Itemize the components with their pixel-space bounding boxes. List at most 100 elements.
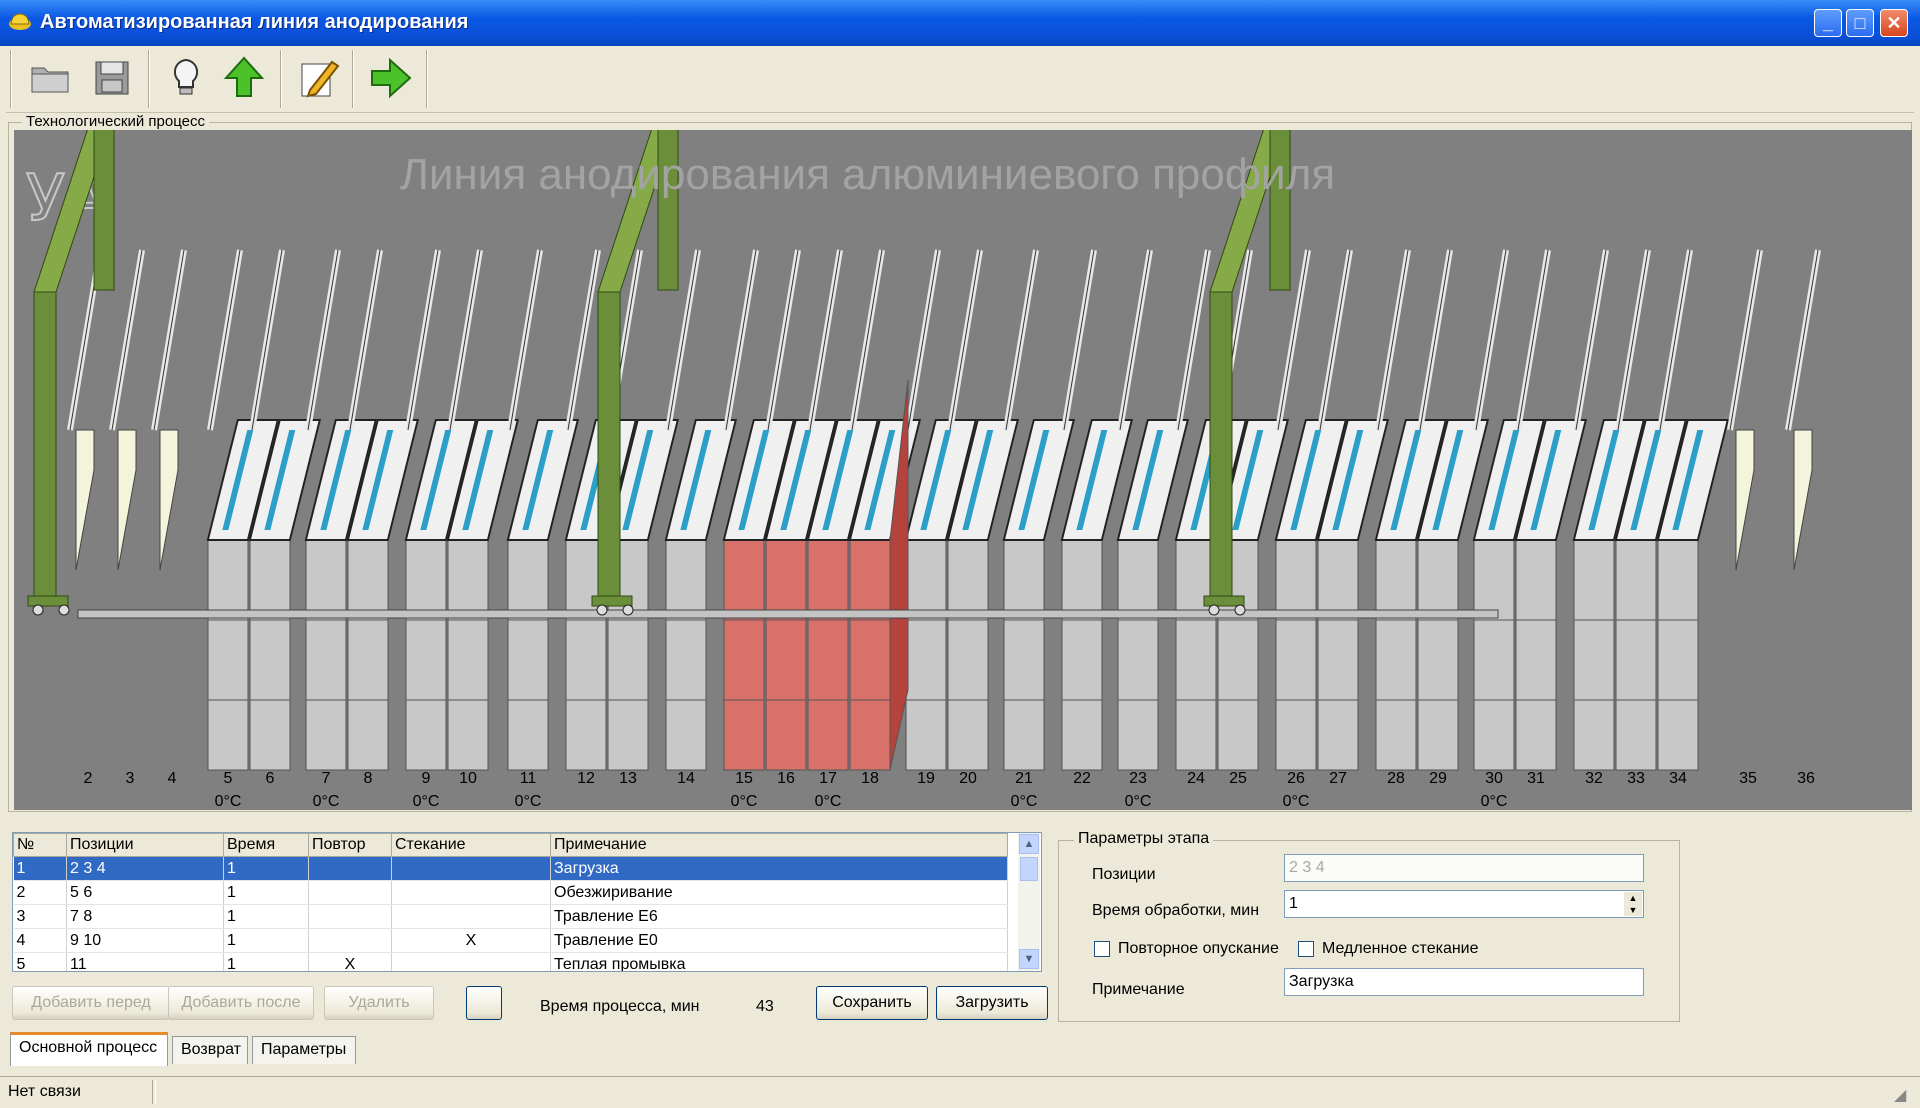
- position-label: 2: [83, 770, 93, 787]
- positions-label: Позиции: [1092, 866, 1156, 883]
- position-label: 33: [1627, 770, 1645, 787]
- resize-grip[interactable]: ◢: [1894, 1085, 1906, 1105]
- bath-tank: [1515, 619, 1557, 771]
- table-cell: Травление Е6: [550, 904, 1008, 929]
- hanger-rod-outline: [1787, 249, 1819, 431]
- temperature-label: 0°C: [1480, 793, 1508, 810]
- crane-leg: [597, 291, 621, 603]
- minimize-button[interactable]: _: [1814, 9, 1842, 37]
- table-cell: [308, 856, 392, 881]
- toolbar: [6, 46, 1914, 113]
- hanger-rod-outline: [449, 249, 481, 431]
- column-header[interactable]: Стекание: [391, 833, 551, 857]
- load-button[interactable]: Загрузить: [936, 986, 1048, 1020]
- rail: [77, 609, 1499, 619]
- time-value: 1: [1289, 895, 1298, 912]
- repeat-checkbox[interactable]: [1094, 941, 1110, 957]
- table-cell: 11: [66, 952, 224, 971]
- delete-button[interactable]: Удалить: [324, 986, 434, 1020]
- table-row[interactable]: 5 11 1 X Теплая промывка: [13, 952, 1008, 971]
- bath-tank: [159, 429, 179, 571]
- table-scrollbar[interactable]: ▲ ▼: [1018, 833, 1040, 971]
- temperature-label: 0°C: [312, 793, 340, 810]
- save-icon[interactable]: [86, 52, 138, 104]
- maximize-button[interactable]: □: [1846, 9, 1874, 37]
- bath-tank: [1117, 619, 1159, 771]
- arrow-right-icon[interactable]: [364, 52, 416, 104]
- add-before-button[interactable]: Добавить перед: [12, 986, 170, 1020]
- bath-tank: [1473, 619, 1515, 771]
- position-label: 27: [1329, 770, 1347, 787]
- arrow-up-icon[interactable]: [218, 52, 270, 104]
- scroll-up-arrow[interactable]: ▲: [1019, 834, 1039, 854]
- column-header[interactable]: Повтор: [308, 833, 392, 857]
- close-button[interactable]: ✕: [1880, 9, 1908, 37]
- table-row[interactable]: 12 3 4 1 Загрузка: [13, 856, 1008, 881]
- table-row[interactable]: 49 10 1 X Травление Е0: [13, 928, 1008, 953]
- hanger-rod-outline: [767, 249, 799, 431]
- hanger-rod-outline: [349, 249, 381, 431]
- bath-tank: [1573, 539, 1615, 621]
- line-title: Линия анодирования алюминиевого профиля: [400, 150, 1336, 199]
- bath-tank: [665, 539, 707, 621]
- bath-tank: [1003, 539, 1045, 621]
- tab-return[interactable]: Возврат: [172, 1036, 248, 1064]
- table-cell: 2 3 4: [66, 856, 224, 881]
- position-label: 36: [1797, 770, 1815, 787]
- tab-main-process[interactable]: Основной процесс: [10, 1032, 168, 1066]
- bath-tank: [1003, 619, 1045, 771]
- table-cell: [391, 904, 551, 929]
- position-label: 34: [1669, 770, 1687, 787]
- time-field[interactable]: 1 ▲ ▼: [1284, 890, 1644, 918]
- bath-tank: [807, 539, 849, 621]
- position-label: 24: [1187, 770, 1205, 787]
- save-button[interactable]: Сохранить: [816, 986, 928, 1020]
- bath-tank: [723, 539, 765, 621]
- process-group-legend: Технологический процесс: [22, 113, 209, 130]
- bath-tank: [1117, 539, 1159, 621]
- color-button[interactable]: [466, 986, 502, 1020]
- bath-tank: [75, 429, 95, 571]
- table-cell: 4: [13, 928, 67, 953]
- crane-wheel: [1208, 604, 1220, 616]
- table-cell: 5: [13, 952, 67, 971]
- bath-tank: [249, 619, 291, 771]
- bath-tank: [849, 539, 891, 621]
- column-header[interactable]: Примечание: [550, 833, 1008, 857]
- edit-icon[interactable]: [292, 52, 344, 104]
- tab-parameters[interactable]: Параметры: [252, 1036, 356, 1064]
- title-bar[interactable]: Автоматизированная линия анодирования _ …: [0, 0, 1920, 46]
- temperature-label: 0°C: [1282, 793, 1310, 810]
- bath-tank: [305, 539, 347, 621]
- positions-field[interactable]: 2 3 4: [1284, 854, 1644, 882]
- scroll-down-arrow[interactable]: ▼: [1019, 949, 1039, 969]
- position-label: 5: [223, 770, 233, 787]
- stages-table[interactable]: № Позиции Время Повтор Стекание Примечание 12…: [12, 832, 1042, 972]
- table-cell: Обезжиривание: [550, 880, 1008, 905]
- hanger-rod-outline: [907, 249, 939, 431]
- column-header[interactable]: Позиции: [66, 833, 224, 857]
- bath-tank: [1735, 429, 1755, 571]
- column-header[interactable]: №: [13, 833, 67, 857]
- add-after-button[interactable]: Добавить после: [168, 986, 314, 1020]
- scroll-thumb[interactable]: [1020, 857, 1038, 881]
- column-header[interactable]: Время: [223, 833, 309, 857]
- table-cell: 7 8: [66, 904, 224, 929]
- table-cell: Травление Е0: [550, 928, 1008, 953]
- bath-tank: [1573, 619, 1615, 771]
- table-row[interactable]: 25 6 1 Обезжиривание: [13, 880, 1008, 905]
- bath-tank: [347, 539, 389, 621]
- note-field[interactable]: Загрузка: [1284, 968, 1644, 996]
- table-row[interactable]: 37 8 1 Травление Е6: [13, 904, 1008, 929]
- hanger-rod-outline: [725, 249, 757, 431]
- lightbulb-icon[interactable]: [160, 52, 212, 104]
- slow-drain-checkbox[interactable]: [1298, 941, 1314, 957]
- hanger-rod-outline: [1177, 249, 1209, 431]
- bath-tank: [665, 619, 707, 771]
- temperature-label: 0°C: [1010, 793, 1038, 810]
- position-label: 18: [861, 770, 879, 787]
- folder-icon[interactable]: [24, 52, 76, 104]
- process-time-value: 43: [756, 998, 774, 1015]
- time-spinner[interactable]: ▲ ▼: [1624, 892, 1642, 916]
- bath-tank: [807, 619, 849, 771]
